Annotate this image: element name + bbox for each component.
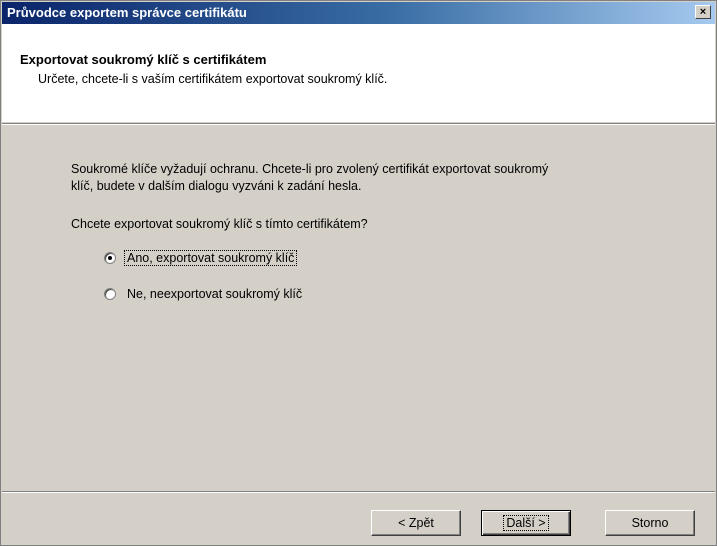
next-button-label: Další > bbox=[503, 515, 549, 531]
radio-export-yes[interactable]: Ano, exportovat soukromý klíč bbox=[104, 249, 298, 267]
page-subtitle: Určete, chcete-li s vaším certifikátem e… bbox=[38, 72, 388, 86]
page-title: Exportovat soukromý klíč s certifikátem bbox=[20, 52, 267, 67]
wizard-dialog: Průvodce exportem správce certifikátu × … bbox=[0, 0, 717, 546]
header-divider bbox=[2, 123, 715, 125]
radio-export-no[interactable]: Ne, neexportovat soukromý klíč bbox=[104, 285, 305, 303]
footer-divider bbox=[2, 491, 715, 493]
back-button[interactable]: < Zpět bbox=[371, 510, 461, 536]
question-label: Chcete exportovat soukromý klíč s tímto … bbox=[71, 217, 368, 231]
cancel-button[interactable]: Storno bbox=[605, 510, 695, 536]
description-line-2: klíč, budete v dalším dialogu vyzváni k … bbox=[71, 179, 362, 193]
close-icon: × bbox=[699, 6, 707, 18]
radio-unchecked-icon[interactable] bbox=[104, 288, 116, 300]
radio-export-yes-label[interactable]: Ano, exportovat soukromý klíč bbox=[124, 250, 298, 266]
next-button[interactable]: Další > bbox=[481, 510, 571, 536]
radio-checked-icon[interactable] bbox=[104, 252, 116, 264]
back-button-label: < Zpět bbox=[398, 516, 434, 530]
cancel-button-label: Storno bbox=[631, 516, 669, 530]
window-title: Průvodce exportem správce certifikátu bbox=[7, 5, 247, 20]
radio-export-no-label[interactable]: Ne, neexportovat soukromý klíč bbox=[124, 287, 305, 301]
title-bar[interactable]: Průvodce exportem správce certifikátu × bbox=[2, 2, 715, 24]
close-button[interactable]: × bbox=[695, 5, 711, 19]
description-text: Soukromé klíče vyžadují ochranu. Chcete-… bbox=[71, 161, 691, 195]
description-line-1: Soukromé klíče vyžadují ochranu. Chcete-… bbox=[71, 162, 549, 176]
wizard-header: Exportovat soukromý klíč s certifikátem … bbox=[2, 24, 715, 122]
